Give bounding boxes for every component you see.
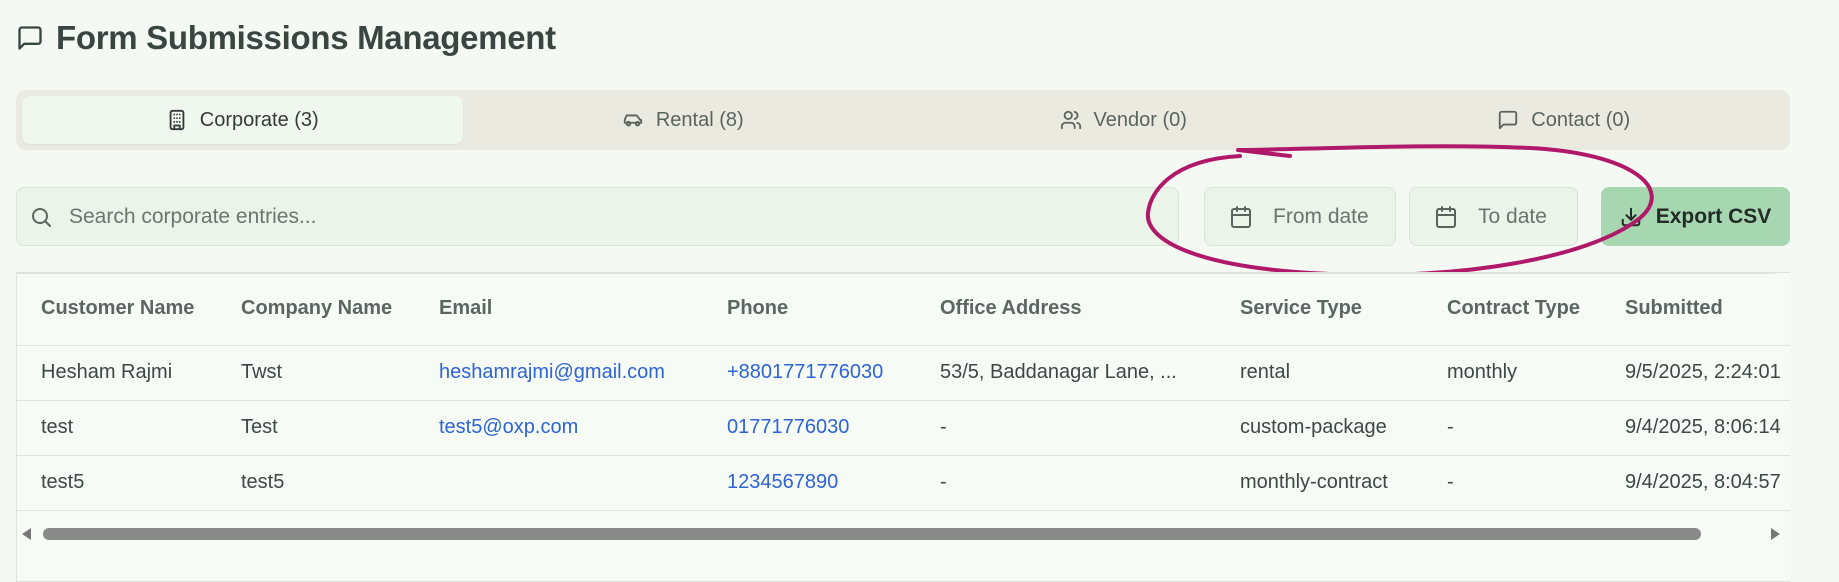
calendar-icon [1229, 205, 1253, 229]
scroll-left-arrow-icon[interactable] [22, 528, 31, 540]
customer-name-cell: test [17, 400, 217, 456]
column-header: Office Address [916, 273, 1216, 346]
tab-corporate[interactable]: Corporate (3) [22, 96, 463, 144]
company-name-cell: Twst [217, 345, 415, 401]
column-header: Company Name [217, 273, 415, 346]
column-header: Contract Type [1423, 273, 1601, 346]
column-header: Customer Name [17, 273, 217, 346]
from-date-label: From date [1273, 204, 1369, 228]
tab-label: Rental (8) [655, 108, 744, 131]
page-header: Form Submissions Management [16, 14, 556, 62]
from-date-button[interactable]: From date [1204, 187, 1396, 246]
message-square-icon [1497, 109, 1519, 131]
download-icon [1620, 206, 1642, 228]
search-box[interactable] [16, 187, 1179, 246]
column-header: Service Type [1216, 273, 1423, 346]
submissions-table: Customer Name Company Name Email Phone O… [17, 273, 1790, 511]
column-header: Email [415, 273, 703, 346]
customer-name-cell: test5 [17, 455, 217, 511]
scrollbar-thumb[interactable] [43, 528, 1701, 540]
column-header: Phone [703, 273, 916, 346]
phone-link[interactable]: 1234567890 [703, 455, 916, 511]
phone-link[interactable]: 01771776030 [703, 400, 916, 456]
service-type-cell: rental [1216, 345, 1423, 401]
export-csv-button[interactable]: Export CSV [1601, 187, 1790, 246]
service-type-cell: custom-package [1216, 400, 1423, 456]
company-name-cell: Test [217, 400, 415, 456]
horizontal-scrollbar[interactable] [17, 513, 1790, 553]
contract-type-cell: - [1423, 455, 1601, 511]
company-name-cell: test5 [217, 455, 415, 511]
table-header-row: Customer Name Company Name Email Phone O… [17, 273, 1790, 346]
submitted-cell: 9/4/2025, 8:04:57 [1601, 455, 1790, 511]
submitted-cell: 9/5/2025, 2:24:01 [1601, 345, 1790, 401]
message-square-icon [16, 24, 44, 52]
phone-link[interactable]: +8801771776030 [703, 345, 916, 401]
email-link[interactable]: test5@oxp.com [415, 400, 703, 456]
submission-tabs: Corporate (3) Rental (8) Vendor (0) Cont… [16, 90, 1790, 150]
office-address-cell: - [916, 455, 1216, 511]
tab-rental[interactable]: Rental (8) [463, 96, 904, 144]
submitted-cell: 9/4/2025, 8:06:14 [1601, 400, 1790, 456]
email-link[interactable]: heshamrajmi@gmail.com [415, 345, 703, 401]
search-input[interactable] [67, 203, 1178, 230]
tab-label: Vendor (0) [1093, 108, 1187, 131]
table-row[interactable]: Hesham Rajmi Twst heshamrajmi@gmail.com … [17, 345, 1790, 401]
tab-vendor[interactable]: Vendor (0) [903, 96, 1344, 144]
tab-label: Corporate (3) [199, 108, 319, 131]
search-icon [29, 205, 53, 229]
office-address-cell: - [916, 400, 1216, 456]
service-type-cell: monthly-contract [1216, 455, 1423, 511]
contract-type-cell: - [1423, 400, 1601, 456]
car-icon [622, 109, 644, 131]
scroll-right-arrow-icon[interactable] [1771, 528, 1780, 540]
page-title: Form Submissions Management [56, 19, 556, 56]
contract-type-cell: monthly [1423, 345, 1601, 401]
column-header: Submitted [1601, 273, 1790, 346]
office-address-cell: 53/5, Baddanagar Lane, ... [916, 345, 1216, 401]
export-csv-label: Export CSV [1655, 204, 1772, 228]
tab-contact[interactable]: Contact (0) [1344, 96, 1785, 144]
email-link[interactable] [415, 455, 703, 511]
building-icon [166, 109, 188, 131]
tab-label: Contact (0) [1531, 108, 1631, 131]
table-row[interactable]: test Test test5@oxp.com 01771776030 - cu… [17, 400, 1790, 456]
users-icon [1060, 109, 1082, 131]
submissions-table-container: Customer Name Company Name Email Phone O… [16, 272, 1790, 582]
to-date-button[interactable]: To date [1409, 187, 1578, 246]
calendar-icon [1434, 205, 1458, 229]
to-date-label: To date [1478, 204, 1547, 228]
table-row[interactable]: test5 test5 1234567890 - monthly-contrac… [17, 455, 1790, 511]
customer-name-cell: Hesham Rajmi [17, 345, 217, 401]
